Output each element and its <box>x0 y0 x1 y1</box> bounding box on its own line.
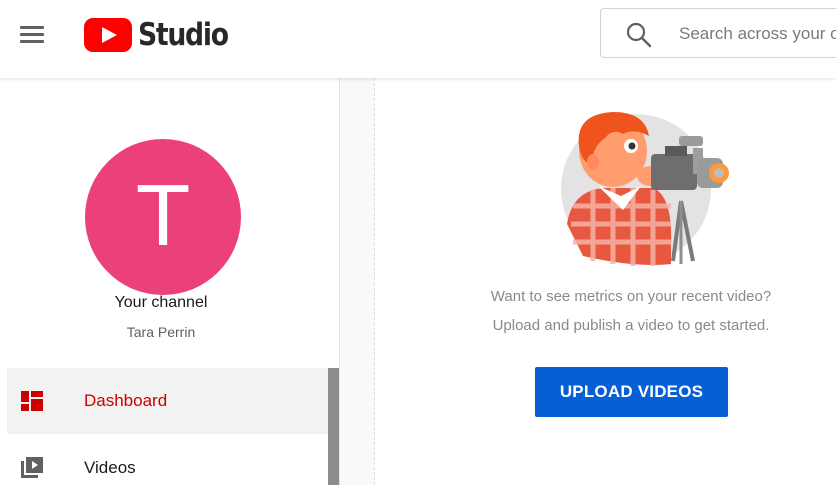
search-icon[interactable] <box>625 21 653 49</box>
sidebar-scrollbar[interactable] <box>328 368 339 485</box>
sidebar-item-videos[interactable]: Videos <box>7 435 329 501</box>
videos-icon <box>21 457 43 478</box>
sidebar-item-dashboard[interactable]: Dashboard <box>7 368 329 434</box>
search-input[interactable] <box>679 21 836 47</box>
sidebar-item-label: Videos <box>84 458 136 477</box>
content-gutter <box>340 78 374 485</box>
channel-name: Tara Perrin <box>126 324 196 340</box>
studio-logo[interactable]: Studio <box>84 15 242 55</box>
youtube-play-icon <box>84 18 132 52</box>
channel-title: Your channel <box>114 294 208 311</box>
dashboard-icon <box>21 391 43 411</box>
videographer-illustration <box>561 112 729 266</box>
top-bar: Studio <box>0 0 836 78</box>
search-box[interactable] <box>600 8 836 58</box>
hamburger-menu-icon[interactable] <box>18 22 48 48</box>
sidebar-item-label: Dashboard <box>84 391 168 410</box>
latest-video-card: Want to see metrics on your recent video… <box>374 78 836 485</box>
sidebar: T Your channel Tara Perrin Dashboard Vid… <box>0 78 340 485</box>
empty-state-line-2: Upload and publish a video to get starte… <box>492 317 770 334</box>
logo-text: Studio <box>138 17 229 53</box>
empty-state-line-1: Want to see metrics on your recent video… <box>490 288 772 305</box>
channel-avatar[interactable]: T <box>85 139 241 295</box>
upload-videos-button[interactable]: UPLOAD VIDEOS <box>535 367 728 417</box>
